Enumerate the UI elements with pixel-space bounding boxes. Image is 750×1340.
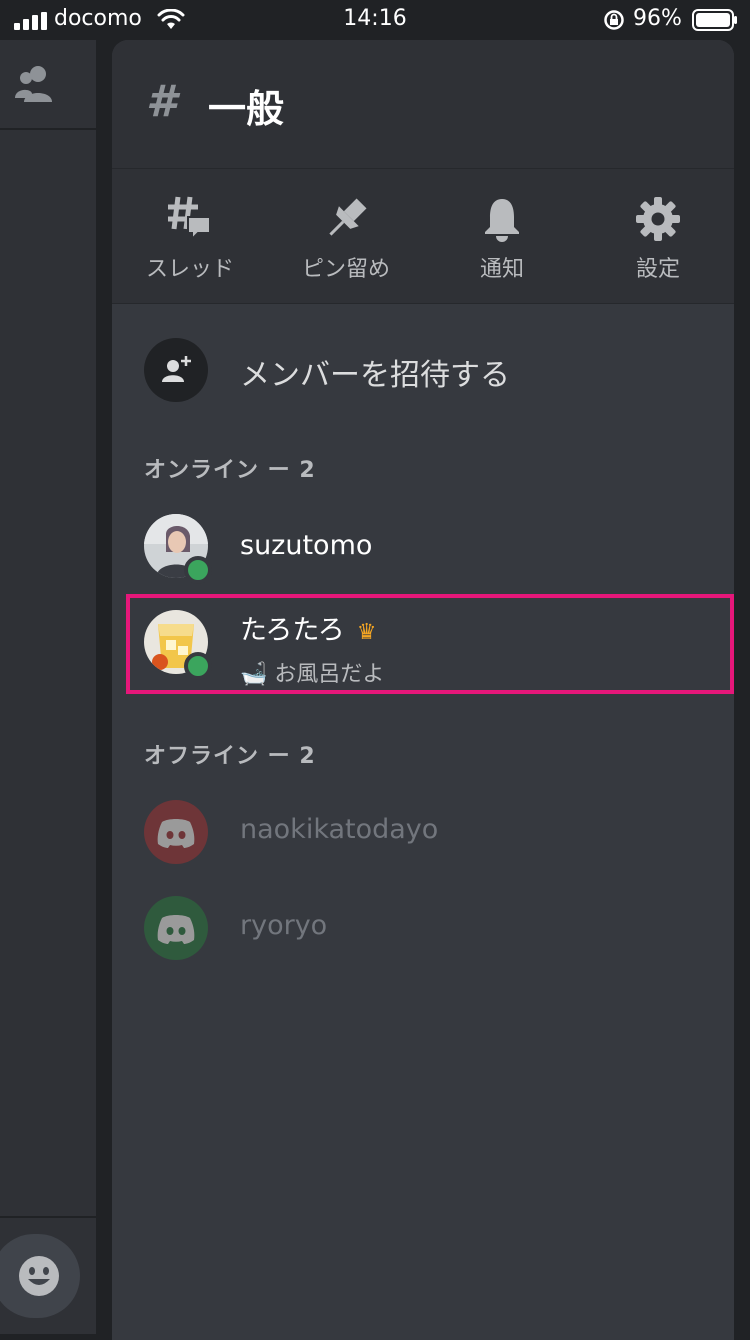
member-row[interactable]: naokikatodayo — [112, 784, 734, 880]
rail-divider — [0, 1216, 96, 1218]
add-user-icon — [162, 356, 191, 382]
gear-icon — [636, 197, 680, 241]
notifications-button[interactable]: 通知 — [424, 169, 580, 303]
member-name: suzutomo — [240, 530, 373, 561]
channel-panel: # 一般 スレッド ピン留め 通知 設定 メンバーを招待する オンライン ー 2… — [112, 40, 734, 1340]
left-rail — [0, 40, 96, 1334]
status-bar: docomo 14:16 96% — [0, 0, 750, 40]
invite-members-row[interactable]: メンバーを招待する — [112, 316, 734, 416]
online-section-header: オンライン ー 2 — [144, 458, 316, 483]
channel-hash-icon: # — [146, 76, 177, 127]
bell-icon — [485, 199, 519, 242]
notifications-label: 通知 — [479, 257, 524, 282]
channel-name: 一般 — [208, 87, 285, 131]
member-row[interactable]: ryoryo — [112, 880, 734, 976]
invite-icon-circle — [144, 338, 208, 402]
avatar — [144, 800, 208, 864]
pin-button[interactable]: ピン留め — [268, 169, 424, 303]
invite-label: メンバーを招待する — [240, 358, 510, 393]
offline-section-header: オフライン ー 2 — [144, 744, 316, 769]
channel-header: # 一般 — [112, 40, 734, 169]
emoji-icon[interactable] — [18, 1255, 60, 1297]
member-name: naokikatodayo — [240, 814, 439, 845]
members-icon[interactable] — [14, 64, 58, 104]
member-row[interactable]: suzutomo — [112, 498, 734, 594]
avatar — [144, 896, 208, 960]
threads-button[interactable]: スレッド — [112, 169, 268, 303]
online-status-indicator — [184, 556, 212, 584]
discord-logo-icon — [157, 915, 195, 944]
threads-label: スレッド — [145, 257, 234, 282]
pin-icon — [329, 198, 367, 236]
threads-icon — [168, 196, 211, 242]
rotation-lock-icon — [604, 10, 624, 30]
highlight-box — [126, 594, 734, 694]
channel-toolbar: スレッド ピン留め 通知 設定 — [112, 169, 734, 304]
settings-label: 設定 — [635, 257, 680, 282]
pin-label: ピン留め — [301, 257, 390, 282]
discord-logo-icon — [157, 819, 195, 848]
battery-icon — [692, 9, 737, 31]
member-name: ryoryo — [240, 910, 328, 941]
settings-button[interactable]: 設定 — [580, 169, 734, 303]
battery-percentage: 96% — [633, 6, 682, 31]
